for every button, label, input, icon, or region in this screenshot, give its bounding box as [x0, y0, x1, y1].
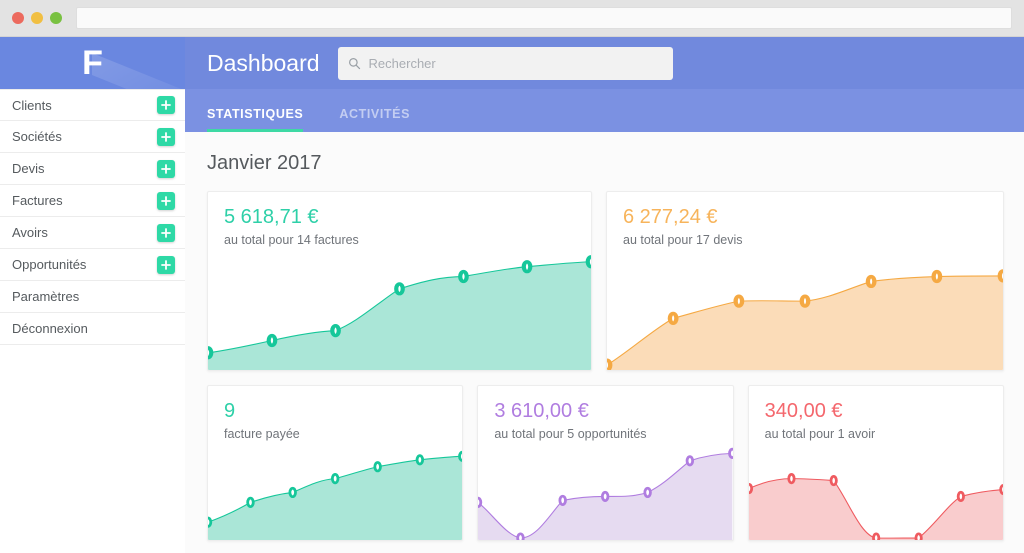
- tab-bar: STATISTIQUES ACTIVITÉS: [185, 89, 1024, 132]
- add-avoir-button[interactable]: [157, 223, 175, 242]
- card-subtitle: au total pour 5 opportunités: [494, 427, 647, 441]
- card-value: 3 610,00 €: [494, 400, 589, 422]
- month-heading: Janvier 2017: [207, 152, 322, 174]
- sidebar-item-label: Déconnexion: [12, 321, 88, 336]
- sidebar-item-label: Devis: [12, 161, 45, 176]
- tab-label: ACTIVITÉS: [339, 107, 411, 121]
- add-client-button[interactable]: [157, 96, 175, 114]
- sidebar-item-opportunites[interactable]: Opportunités: [0, 249, 185, 281]
- search-input[interactable]: [368, 55, 663, 71]
- card-subtitle: au total pour 17 devis: [623, 233, 743, 247]
- card-header: 3 610,00 € au total pour 5 opportunités: [478, 386, 732, 441]
- area-chart-markers: [607, 269, 1003, 370]
- sidebar-item-label: Paramètres: [12, 289, 80, 304]
- logo-letter: F: [82, 44, 103, 82]
- tab-activites[interactable]: ACTIVITÉS: [339, 107, 414, 132]
- card-header: 6 277,24 € au total pour 17 devis: [607, 192, 1003, 247]
- card-avoirs-total[interactable]: 340,00 € au total pour 1 avoir: [747, 385, 1004, 541]
- stats-row-1: 5 618,71 € au total pour 14 factures 6 2…: [207, 191, 1004, 371]
- card-factures-payees[interactable]: 9 facture payée: [207, 385, 464, 541]
- stats-row-2: 9 facture payée 3 610,00 € au total pour…: [207, 385, 1004, 541]
- area-chart-markers: [208, 255, 591, 360]
- card-subtitle: au total pour 1 avoir: [764, 427, 876, 441]
- sidebar-nav: Clients Sociétés Devis Factures Avoirs O…: [0, 89, 185, 345]
- card-value: 5 618,71 €: [224, 206, 319, 228]
- sidebar-item-label: Avoirs: [12, 225, 48, 240]
- sidebar-item-avoirs[interactable]: Avoirs: [0, 217, 185, 249]
- chart-factures-total: [208, 247, 591, 370]
- area-chart-markers: [748, 473, 1003, 540]
- page-title: Dashboard: [207, 49, 320, 76]
- app-logo[interactable]: F: [0, 37, 185, 89]
- area-chart-markers: [208, 450, 463, 528]
- chart-devis-total: [607, 247, 1003, 370]
- app-root: F Clients Sociétés Devis Factures Avoirs…: [0, 0, 1024, 553]
- card-value: 340,00 €: [764, 400, 843, 422]
- card-header: 340,00 € au total pour 1 avoir: [749, 386, 1003, 441]
- dashboard-content: Janvier 2017 5 618,71 € au total pour 14…: [185, 132, 1024, 553]
- main-area: Dashboard STATISTIQUES ACTIVITÉS: [185, 37, 1024, 553]
- tab-label: STATISTIQUES: [207, 107, 304, 121]
- url-bar[interactable]: [76, 7, 1012, 29]
- sidebar-item-label: Opportunités: [12, 257, 87, 272]
- sidebar-item-label: Factures: [12, 193, 63, 208]
- card-subtitle: facture payée: [224, 427, 300, 441]
- tab-statistiques[interactable]: STATISTIQUES: [207, 107, 307, 132]
- top-bar: Dashboard: [185, 37, 1024, 89]
- sidebar-item-deconnexion[interactable]: Déconnexion: [0, 313, 185, 345]
- area-chart-markers: [478, 447, 733, 540]
- sidebar: F Clients Sociétés Devis Factures Avoirs…: [0, 37, 185, 553]
- chart-opportunites: [478, 441, 733, 540]
- sidebar-item-factures[interactable]: Factures: [0, 185, 185, 217]
- sidebar-item-label: Clients: [12, 97, 52, 113]
- maximize-window-button[interactable]: [50, 12, 62, 24]
- card-value: 9: [224, 400, 236, 422]
- minimize-window-button[interactable]: [31, 12, 43, 24]
- search-box[interactable]: [337, 46, 673, 80]
- card-subtitle: au total pour 14 factures: [224, 233, 359, 247]
- logo-shadow: [92, 53, 185, 89]
- search-icon: [348, 57, 360, 69]
- browser-chrome: [0, 0, 1024, 37]
- card-header: 9 facture payée: [208, 386, 462, 441]
- window-controls: [12, 12, 62, 24]
- add-societe-button[interactable]: [157, 127, 175, 146]
- card-opportunites-total[interactable]: 3 610,00 € au total pour 5 opportunités: [477, 385, 734, 541]
- close-window-button[interactable]: [12, 12, 24, 24]
- card-header: 5 618,71 € au total pour 14 factures: [208, 192, 591, 247]
- chart-factures-payees: [208, 441, 463, 540]
- add-devis-button[interactable]: [157, 159, 175, 178]
- app-shell: F Clients Sociétés Devis Factures Avoirs…: [0, 37, 1024, 553]
- sidebar-item-parametres[interactable]: Paramètres: [0, 281, 185, 313]
- sidebar-item-label: Sociétés: [12, 129, 62, 144]
- add-facture-button[interactable]: [157, 191, 175, 210]
- add-opportunite-button[interactable]: [157, 255, 175, 274]
- chart-avoirs: [748, 441, 1003, 540]
- card-value: 6 277,24 €: [623, 206, 718, 228]
- sidebar-item-devis[interactable]: Devis: [0, 153, 185, 185]
- card-factures-total[interactable]: 5 618,71 € au total pour 14 factures: [207, 191, 592, 371]
- sidebar-item-clients[interactable]: Clients: [0, 89, 185, 121]
- card-devis-total[interactable]: 6 277,24 € au total pour 17 devis: [606, 191, 1004, 371]
- sidebar-item-societes[interactable]: Sociétés: [0, 121, 185, 153]
